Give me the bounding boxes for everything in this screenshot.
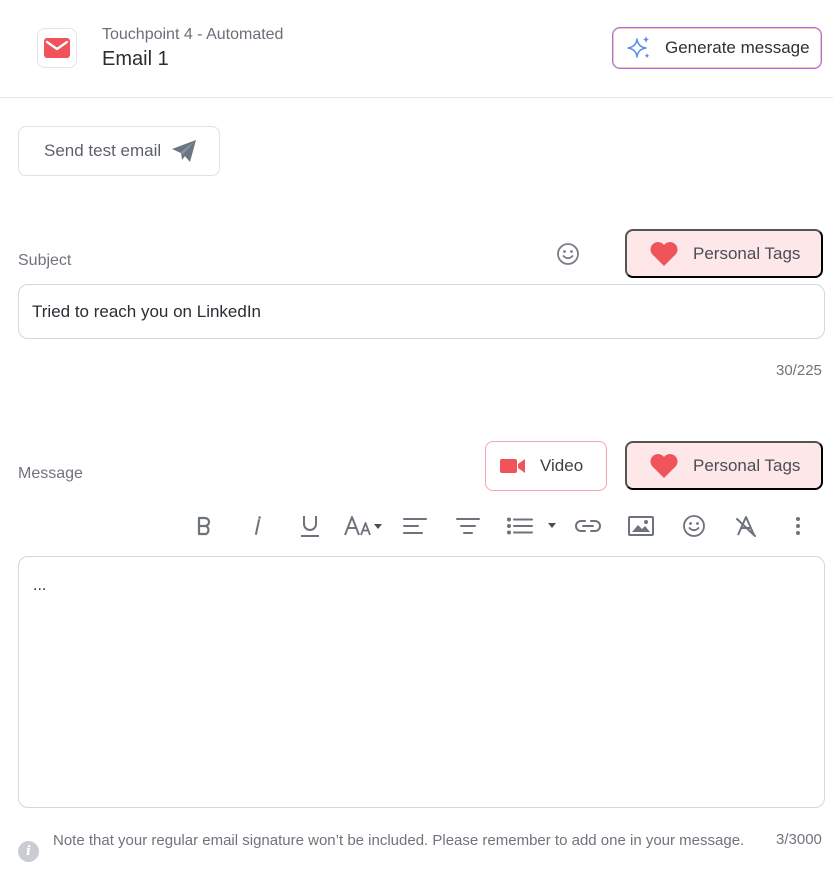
align-center-button[interactable] (455, 510, 481, 542)
formatting-toolbar (190, 510, 815, 542)
clear-format-icon (736, 516, 756, 537)
bold-button[interactable] (192, 510, 216, 542)
message-char-counter: 3/3000 (776, 831, 822, 848)
heart-icon (650, 241, 678, 266)
italic-button[interactable] (245, 510, 269, 542)
message-editor[interactable]: ... (18, 556, 825, 808)
sparkles-icon (627, 36, 650, 59)
message-label: Message (18, 465, 83, 482)
link-icon (575, 520, 601, 532)
subject-char-counter: 30/225 (776, 362, 822, 379)
link-button[interactable] (574, 510, 602, 542)
header: Touchpoint 4 - Automated Email 1 Generat… (0, 0, 833, 98)
insert-image-button[interactable] (627, 510, 655, 542)
video-camera-icon (500, 459, 525, 473)
signature-note: Note that your regular email signature w… (53, 832, 745, 849)
generate-message-button[interactable]: Generate message (612, 27, 822, 69)
underline-icon (301, 516, 319, 537)
subject-personal-tags-button[interactable]: Personal Tags (625, 229, 823, 278)
more-icon (796, 517, 800, 535)
video-button[interactable]: Video (485, 441, 607, 491)
heart-icon (650, 453, 678, 478)
message-personal-tags-label: Personal Tags (693, 455, 801, 475)
bold-icon (197, 516, 211, 536)
send-test-email-label: Send test email (44, 141, 162, 160)
message-personal-tags-button[interactable]: Personal Tags (625, 441, 823, 490)
email-channel-badge (37, 28, 77, 68)
image-icon (628, 516, 654, 536)
info-icon: i (18, 841, 39, 862)
align-center-icon (456, 518, 480, 534)
send-test-email-button[interactable]: Send test email (18, 126, 220, 176)
font-size-button[interactable] (343, 510, 385, 542)
underline-button[interactable] (297, 510, 323, 542)
touchpoint-label: Touchpoint 4 - Automated (102, 26, 284, 43)
emoji-icon (683, 515, 705, 537)
subject-input[interactable] (18, 284, 825, 339)
smiley-icon (557, 243, 579, 265)
envelope-icon (44, 38, 70, 58)
bulleted-list-button[interactable] (506, 510, 560, 542)
page-title: Email 1 (102, 48, 169, 70)
paper-plane-icon (172, 140, 197, 162)
bulleted-list-icon (507, 517, 556, 535)
insert-emoji-button[interactable] (681, 510, 707, 542)
subject-emoji-button[interactable] (554, 240, 582, 268)
subject-personal-tags-label: Personal Tags (693, 243, 801, 263)
italic-icon (255, 516, 261, 535)
video-label: Video (540, 456, 584, 475)
generate-message-label: Generate message (665, 38, 810, 57)
font-size-icon (344, 516, 382, 536)
align-left-button[interactable] (402, 510, 428, 542)
clear-format-button[interactable] (734, 510, 758, 542)
more-options-button[interactable] (788, 510, 808, 542)
align-left-icon (403, 518, 427, 534)
subject-label: Subject (18, 252, 72, 269)
